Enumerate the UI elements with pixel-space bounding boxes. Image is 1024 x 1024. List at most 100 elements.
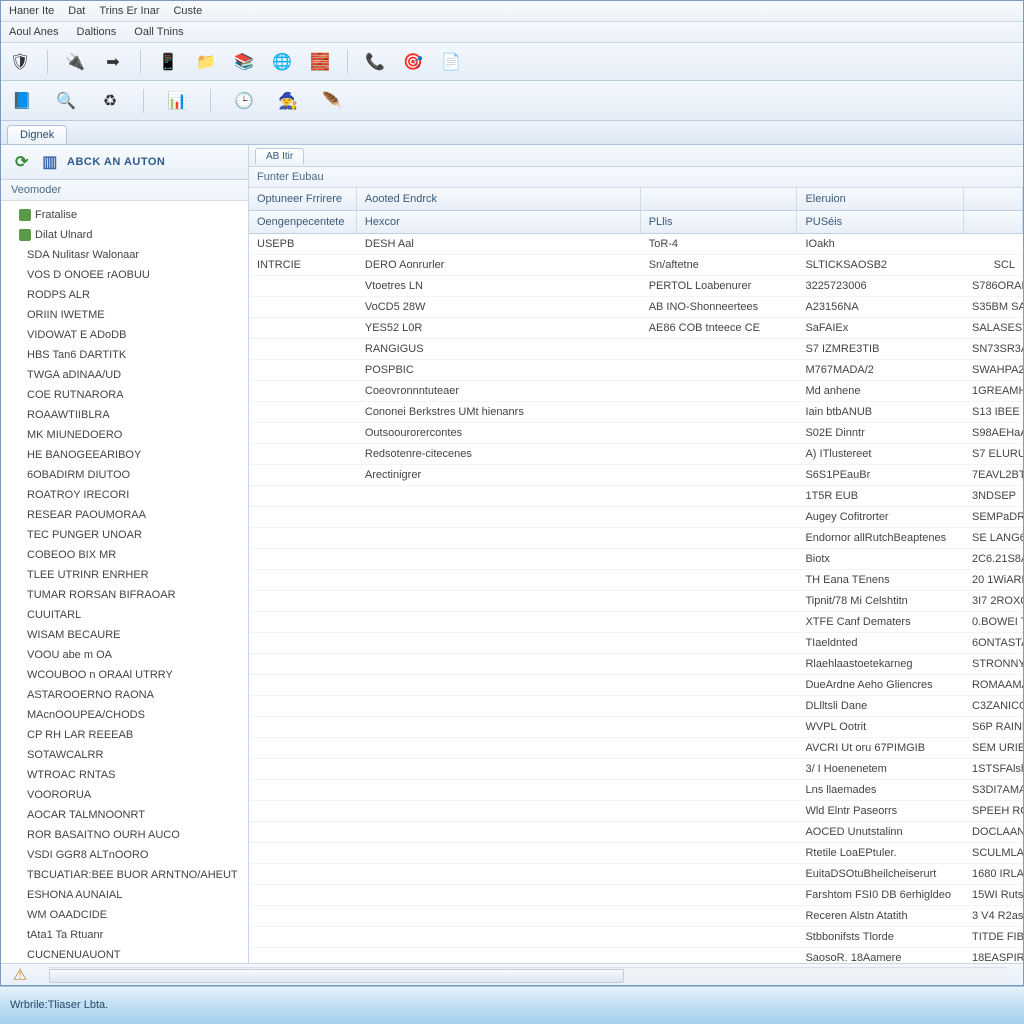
tree-item[interactable]: VIDOWAT E ADoDB — [11, 325, 244, 345]
tree-item[interactable]: SOTAWCALRR — [11, 745, 244, 765]
table-row[interactable]: AVCRI Ut oru 67PIMGIBSEM URIEORM FECLI — [249, 738, 1023, 759]
table-row[interactable]: Wld Elntr PaseorrsSPEEH ROAMSHiDIM — [249, 801, 1023, 822]
table-row[interactable]: OutsoourorercontesS02E DinntrS98AEHaARIO — [249, 423, 1023, 444]
table-row[interactable]: 1T5R EUB3NDSEP — [249, 486, 1023, 507]
menu-item[interactable]: Haner Ite — [9, 5, 54, 17]
tree-item[interactable]: CP RH LAR REEEAB — [11, 725, 244, 745]
blocks-icon[interactable]: 🧱 — [309, 51, 331, 73]
tree-item[interactable]: WCOUBOO n ORAAl UTRRY — [11, 665, 244, 685]
tree-item[interactable]: VOS D ONOEE rAOBUU — [11, 265, 244, 285]
tree-item[interactable]: TEC PUNGER UNOAR — [11, 525, 244, 545]
tree-item[interactable]: ESHONA AUNAIAL — [11, 885, 244, 905]
tree-item[interactable]: ROATROY IRECORI — [11, 485, 244, 505]
table-row[interactable]: Biotx2C6.21S8A/CPL.0 JDMI — [249, 549, 1023, 570]
tree-item[interactable]: AOCAR TALMNOONRT — [11, 805, 244, 825]
col-header[interactable] — [964, 211, 1023, 233]
col-header[interactable] — [964, 188, 1023, 210]
tree-item[interactable]: Fratalise — [11, 205, 244, 225]
tree-item[interactable]: CUCNENUAUONT — [11, 945, 244, 963]
table-row[interactable]: YES52 L0RAE86 COB tnteece CESaFAIExSALAS… — [249, 318, 1023, 339]
submenu-item[interactable]: Oall Tnins — [134, 26, 183, 38]
table-row[interactable]: Lns llaemadesS3DI7AMAIABSTUNT6 — [249, 780, 1023, 801]
tree-item[interactable]: VOOU abe m OA — [11, 645, 244, 665]
tree-item[interactable]: COBEOO BIX MR — [11, 545, 244, 565]
table-row[interactable]: TIaeldnted6ONTASTAAT1 — [249, 633, 1023, 654]
table-row[interactable]: Cononei Berkstres UMt hienanrsIain btbAN… — [249, 402, 1023, 423]
table-row[interactable]: EuitaDSOtuBheilcheiserurt1680 IRLANO7THO… — [249, 864, 1023, 885]
target-icon[interactable]: 🎯 — [402, 51, 424, 73]
col-header[interactable]: Hexcor — [357, 211, 641, 233]
tree-item[interactable]: RODPS ALR — [11, 285, 244, 305]
feather-icon[interactable]: 🪶 — [321, 90, 343, 112]
table-row[interactable]: RlaehlaastoetekarnegSTRONNY/O1 LDST — [249, 654, 1023, 675]
table-row[interactable]: POSPBICM767MADA/2SWAHPA23.1AFM — [249, 360, 1023, 381]
tree-item[interactable]: ASTAROOERNO RAONA — [11, 685, 244, 705]
menu-item[interactable]: Custe — [173, 5, 202, 17]
folder-icon[interactable]: 📁 — [195, 51, 217, 73]
stack-icon[interactable]: 📚 — [233, 51, 255, 73]
col-header[interactable]: Oengenpecentete — [249, 211, 357, 233]
tree-item[interactable]: COE RUTNARORA — [11, 385, 244, 405]
table-row[interactable]: AOCED UnutstalinnDOCLAAN iBER — [249, 822, 1023, 843]
table-row[interactable]: XTFE Canf Dematers0.BOWEI TDBAM — [249, 612, 1023, 633]
device-icon[interactable]: 📱 — [157, 51, 179, 73]
col-header[interactable]: PUSéis — [797, 211, 964, 233]
tree-item[interactable]: HBS Tan6 DARTITK — [11, 345, 244, 365]
table-icon[interactable]: 📊 — [166, 90, 188, 112]
wizard-icon[interactable]: 🧙 — [277, 90, 299, 112]
table-row[interactable]: Stbbonifsts TlordeTITDE FIBT 1AUAD — [249, 927, 1023, 948]
col-header[interactable]: Eleruion — [797, 188, 964, 210]
table-row[interactable]: ArectinigrerS6S1PEauBr7EAVL2BT — [249, 465, 1023, 486]
table-row[interactable]: Farshtom FSI0 DB 6erhigldeo15WI Rutsurat… — [249, 885, 1023, 906]
table-row[interactable]: DueArdne Aeho GliencresROMAAMAIBNT1 — [249, 675, 1023, 696]
grid-body[interactable]: USEPBDESH AalToR-4IOakhINTRCIEDERO Aonru… — [249, 234, 1023, 963]
submenu-item[interactable]: Daltions — [77, 26, 117, 38]
tree[interactable]: FrataliseDilat UlnardSDA Nulitasr Walona… — [1, 201, 248, 963]
tree-item[interactable]: VOORORUA — [11, 785, 244, 805]
menu-item[interactable]: Dat — [68, 5, 85, 17]
table-row[interactable]: USEPBDESH AalToR-4IOakh — [249, 234, 1023, 255]
table-row[interactable]: Redsotenre-citecenesA) ITlustereetS7 ELU… — [249, 444, 1023, 465]
table-row[interactable]: RANGIGUSS7 IZMRE3TIBSN73SR3A COU6 — [249, 339, 1023, 360]
table-row[interactable]: INTRCIEDERO AonrurlerSn/aftetneSLTICKSAO… — [249, 255, 1023, 276]
table-row[interactable]: Endornor allRutchBeaptenesSE LANG6A.TIUD… — [249, 528, 1023, 549]
table-row[interactable]: 3/ I Hoenenetem1STSFAlshA4.T5IES12 — [249, 759, 1023, 780]
col-header[interactable]: PLlis — [641, 211, 798, 233]
tree-item[interactable]: VSDI GGR8 ALTnOORO — [11, 845, 244, 865]
doc-icon[interactable]: 📘 — [11, 90, 33, 112]
col-header[interactable] — [641, 188, 798, 210]
plug-icon[interactable]: 🔌 — [64, 51, 86, 73]
tree-item[interactable]: RESEAR PAOUMORAA — [11, 505, 244, 525]
horizontal-scrollbar[interactable] — [49, 967, 1007, 983]
tab-main[interactable]: Dignek — [7, 125, 67, 144]
table-row[interactable]: DLlltsli DaneC3ZANICOLLH — [249, 696, 1023, 717]
tree-item[interactable]: WTROAC RNTAS — [11, 765, 244, 785]
phone-icon[interactable]: 📞 — [364, 51, 386, 73]
tree-item[interactable]: CUUITARL — [11, 605, 244, 625]
table-row[interactable]: TH Eana TEnens20 1WiARLATED FAUHS — [249, 570, 1023, 591]
refresh-icon[interactable]: ⟳ — [11, 151, 33, 173]
tree-item[interactable]: TBCUATIAR:BEE BUOR ARNTNO/AHEUT — [11, 865, 244, 885]
tree-item[interactable]: MAcnOOUPEA/CHODS — [11, 705, 244, 725]
table-row[interactable]: VoCD5 28WAB INO-ShonneerteesA23156NAS35B… — [249, 297, 1023, 318]
taskbar-item[interactable]: Wrbrile:Tliaser Lbta. — [10, 999, 108, 1011]
table-row[interactable]: Rtetile LoaEPtuler.SCULMLAPOWFCBL1 — [249, 843, 1023, 864]
table-row[interactable]: SaosoR. 18Aamere18EASPIRUNANE — [249, 948, 1023, 963]
tree-item[interactable]: ORIIN IWETME — [11, 305, 244, 325]
col-header[interactable]: Aooted Endrck — [357, 188, 641, 210]
tree-item[interactable]: ROAAWTIIBLRA — [11, 405, 244, 425]
tree-item[interactable]: tAta1 Ta Rtuanr — [11, 925, 244, 945]
clock-icon[interactable]: 🕒 — [233, 90, 255, 112]
menu-item[interactable]: Trins Er Inar — [99, 5, 159, 17]
tree-item[interactable]: TLEE UTRINR ENRHER — [11, 565, 244, 585]
tree-item[interactable]: WM OAADCIDE — [11, 905, 244, 925]
tree-item[interactable]: Dilat Ulnard — [11, 225, 244, 245]
tree-item[interactable]: ROR BASAITNO OURH AUCO — [11, 825, 244, 845]
tree-item[interactable]: MK MIUNEDOERO — [11, 425, 244, 445]
main-tab[interactable]: AB Itir — [255, 148, 304, 164]
sheet-icon[interactable]: 📄 — [440, 51, 462, 73]
table-row[interactable]: Receren Alstn Atatith3 V4 R2asasnce — [249, 906, 1023, 927]
arrow-icon[interactable]: ➡ — [102, 51, 124, 73]
find-icon[interactable]: 🔍 — [55, 90, 77, 112]
tree-item[interactable]: TUMAR RORSAN BIFRAOAR — [11, 585, 244, 605]
